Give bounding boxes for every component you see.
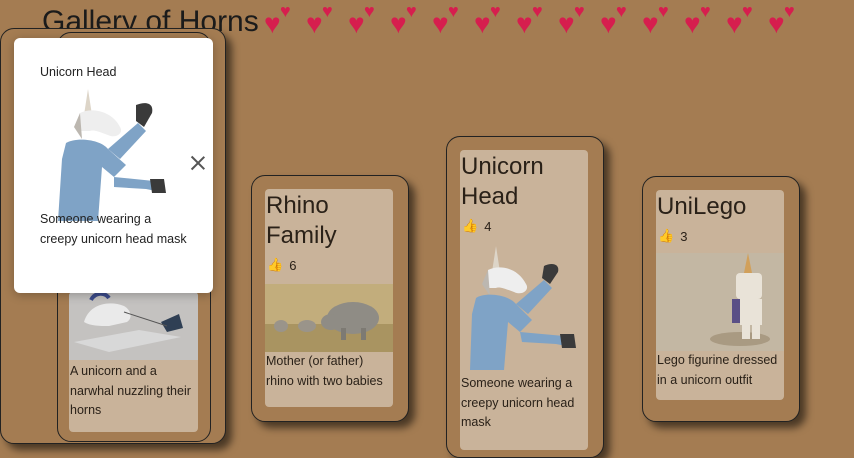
heart-icon: ♥ <box>784 1 795 21</box>
heart-icon: ♥ <box>726 8 743 39</box>
thumbs-up-icon[interactable]: 👍 <box>267 257 283 273</box>
heart-icon: ♥ <box>700 1 711 21</box>
modal-description: Someone wearing a creepy unicorn head ma… <box>40 212 187 246</box>
card-title: Unicorn Head <box>461 153 544 210</box>
card-description: Someone wearing a creepy unicorn head ma… <box>461 376 575 429</box>
unilego-image <box>656 253 784 351</box>
unicorn-head-image <box>50 85 170 222</box>
heart-icon: ♥ <box>490 1 501 21</box>
heart-icon: ♥ <box>390 8 407 39</box>
heart-icon: ♥ <box>306 8 323 39</box>
card-description: Mother (or father) rhino with two babies <box>266 354 383 388</box>
heart-icon: ♥ <box>684 8 701 39</box>
horn-card-inner: UniLego 👍 3 Lego figurine dressed in a u… <box>656 190 784 400</box>
horn-card-inner: A unicorn and a narwhal nuzzling their h… <box>69 292 198 432</box>
heart-icon: ♥ <box>406 1 417 21</box>
unicorn-head-image <box>460 244 588 374</box>
heart-icon: ♥ <box>600 8 617 39</box>
heart-icon: ♥ <box>264 8 281 39</box>
heart-icon: ♥ <box>558 8 575 39</box>
thumbs-up-icon[interactable]: 👍 <box>462 218 478 234</box>
heart-icon: ♥ <box>474 8 491 39</box>
image-modal: Unicorn Head Someone wearing a creepy un… <box>14 38 213 293</box>
rhino-family-image <box>265 284 393 352</box>
likes-count: 3 <box>680 228 688 244</box>
close-icon[interactable] <box>191 156 205 170</box>
modal-title: Unicorn Head <box>40 65 117 79</box>
heart-icon: ♥ <box>432 8 449 39</box>
heart-icon: ♥ <box>322 1 333 21</box>
likes-counter[interactable]: 👍 4 <box>460 218 588 234</box>
card-description: A unicorn and a narwhal nuzzling their h… <box>70 364 191 417</box>
horn-card-inner: Rhino Family 👍 6 Mother (or father) rhin… <box>265 189 393 407</box>
heart-icon: ♥ <box>768 8 785 39</box>
heart-icon: ♥ <box>516 8 533 39</box>
likes-count: 6 <box>289 257 297 273</box>
card-title: UniLego <box>657 193 747 220</box>
heart-icon: ♥ <box>642 8 659 39</box>
card-description: Lego figurine dressed in a unicorn outfi… <box>657 353 778 387</box>
narwhal-unicorn-image <box>69 292 198 360</box>
heart-icon: ♥ <box>532 1 543 21</box>
heart-icon: ♥ <box>616 1 627 21</box>
heart-icon: ♥ <box>658 1 669 21</box>
thumbs-up-icon[interactable]: 👍 <box>658 228 674 244</box>
horn-card-inner: Unicorn Head 👍 4 Someone wearing a creep… <box>460 150 588 450</box>
heart-icon: ♥ <box>574 1 585 21</box>
heart-icon: ♥ <box>364 1 375 21</box>
likes-count: 4 <box>484 218 492 234</box>
card-title: Rhino Family <box>266 192 337 249</box>
heart-icon: ♥ <box>448 1 459 21</box>
likes-counter[interactable]: 👍 6 <box>265 257 393 273</box>
heart-icon: ♥ <box>348 8 365 39</box>
heart-icon: ♥ <box>742 1 753 21</box>
heart-icon: ♥ <box>280 1 291 21</box>
likes-counter[interactable]: 👍 3 <box>656 228 784 244</box>
